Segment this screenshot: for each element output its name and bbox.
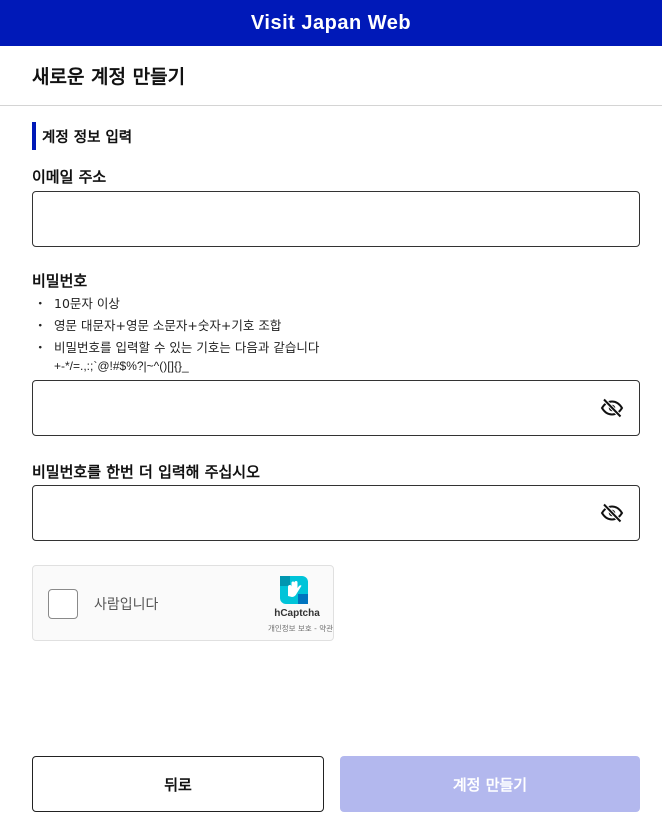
password-field-box (32, 380, 640, 436)
captcha-brand: hCaptcha (274, 608, 320, 619)
password-allowed-symbols: +-*/=.,:;`@!#$%?|~^()[]{}_ (54, 359, 189, 373)
captcha-label: 사람입니다 (94, 597, 159, 613)
password-confirm-label: 비밀번호를 한번 더 입력해 주십시오 (32, 463, 260, 481)
password-confirm-field-box (32, 485, 640, 541)
password-label: 비밀번호 (32, 272, 88, 290)
section-heading: 계정 정보 입력 (32, 122, 132, 150)
password-hint-item: ・ 10문자 이상 (34, 296, 120, 311)
eye-off-icon[interactable] (599, 395, 625, 421)
password-hint-item: ・ 비밀번호를 입력할 수 있는 기호는 다음과 같습니다 (34, 340, 320, 355)
password-hints: ・ 10문자 이상 ・ 영문 대문자+영문 소문자+숫자+기호 조합 ・ 비밀번호를 … (32, 293, 319, 359)
eye-off-icon[interactable] (599, 500, 625, 526)
email-input[interactable] (33, 192, 639, 246)
app-header: Visit Japan Web (0, 0, 662, 46)
hcaptcha-widget: 사람입니다 hCaptcha 개인정보 보호 - 약관 (32, 565, 334, 641)
page-header: 새로운 계정 만들기 (0, 46, 662, 106)
password-input[interactable] (33, 381, 639, 435)
email-field-box (32, 191, 640, 247)
password-confirm-input[interactable] (33, 486, 639, 540)
back-button[interactable]: 뒤로 (32, 756, 324, 812)
hcaptcha-logo-icon (278, 574, 310, 606)
captcha-links[interactable]: 개인정보 보호 - 약관 (243, 623, 333, 634)
captcha-checkbox[interactable] (48, 589, 78, 619)
password-hint-item: ・ 영문 대문자+영문 소문자+숫자+기호 조합 (34, 318, 282, 333)
create-account-button[interactable]: 계정 만들기 (340, 756, 640, 812)
page-title: 새로운 계정 만들기 (32, 66, 186, 88)
app-title: Visit Japan Web (250, 11, 412, 34)
email-label: 이메일 주소 (32, 168, 107, 186)
